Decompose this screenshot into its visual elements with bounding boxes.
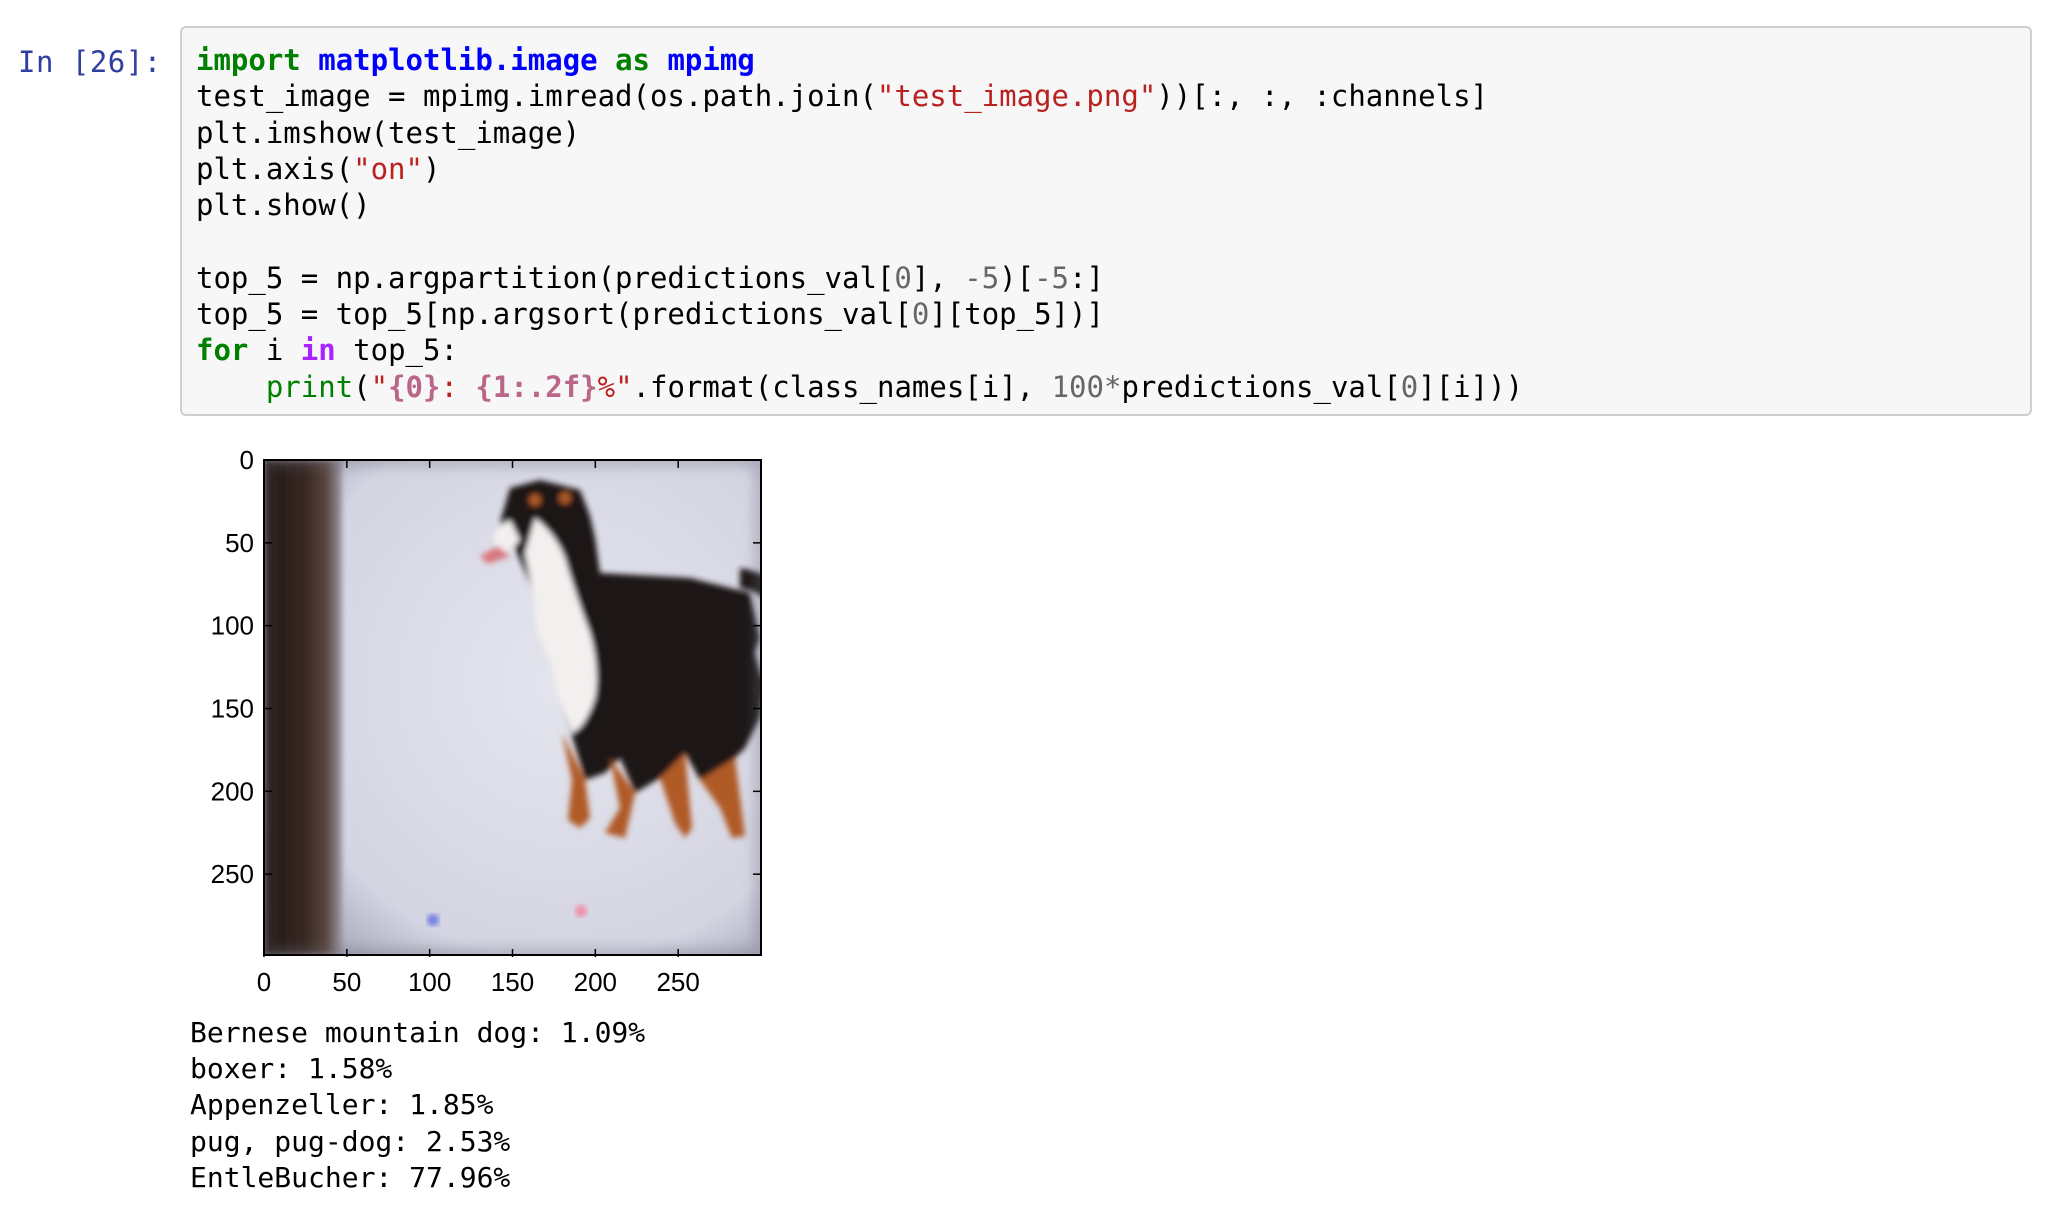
dog-photo [264, 460, 761, 955]
y-tick-label: 200 [211, 776, 254, 806]
code-line-1: import matplotlib.image as mpimg [196, 43, 755, 77]
code-editor[interactable]: import matplotlib.image as mpimg test_im… [196, 42, 1523, 405]
y-tick-label: 150 [211, 694, 254, 724]
output-line: EntleBucher: 77.96% [190, 1160, 511, 1194]
code-line-9: for i in top_5: [196, 333, 458, 368]
cell-output: Bernese mountain dog: 1.09% boxer: 1.58% A… [190, 1015, 645, 1196]
input-prompt: In [26]: [18, 45, 162, 79]
code-line-2: test_image = mpimg.imread(os.path.join("… [196, 79, 1489, 114]
x-tick-label: 0 [257, 967, 271, 997]
output-line: pug, pug-dog: 2.53% [190, 1124, 511, 1158]
output-line: boxer: 1.58% [190, 1052, 393, 1086]
code-cell-input[interactable]: import matplotlib.image as mpimg test_im… [180, 26, 2032, 416]
output-line: Bernese mountain dog: 1.09% [190, 1016, 646, 1049]
code-line-5: plt.show() [196, 188, 371, 223]
x-tick-label: 200 [574, 967, 617, 997]
code-line-7: top_5 = np.argpartition(predictions_val[… [196, 260, 1104, 295]
code-line-3: plt.imshow(test_image) [196, 115, 581, 150]
y-tick-label: 250 [211, 859, 254, 889]
x-tick-label: 250 [656, 967, 699, 997]
code-line-4: plt.axis("on") [196, 151, 441, 186]
x-tick-label: 50 [332, 967, 361, 997]
imshow-plot: 0 50 100 150 200 250 0 50 100 150 200 250 [211, 445, 762, 997]
y-tick-label: 50 [225, 528, 254, 558]
y-tick-label: 0 [240, 445, 254, 475]
x-tick-label: 150 [491, 967, 534, 997]
output-line: Appenzeller: 1.85% [190, 1088, 494, 1122]
code-line-8: top_5 = top_5[np.argsort(predictions_val… [196, 297, 1104, 332]
x-tick-label: 100 [408, 967, 451, 997]
y-tick-label: 100 [211, 611, 254, 641]
code-line-10: print("{0}: {1:.2f}%".format(class_names… [265, 369, 1524, 404]
